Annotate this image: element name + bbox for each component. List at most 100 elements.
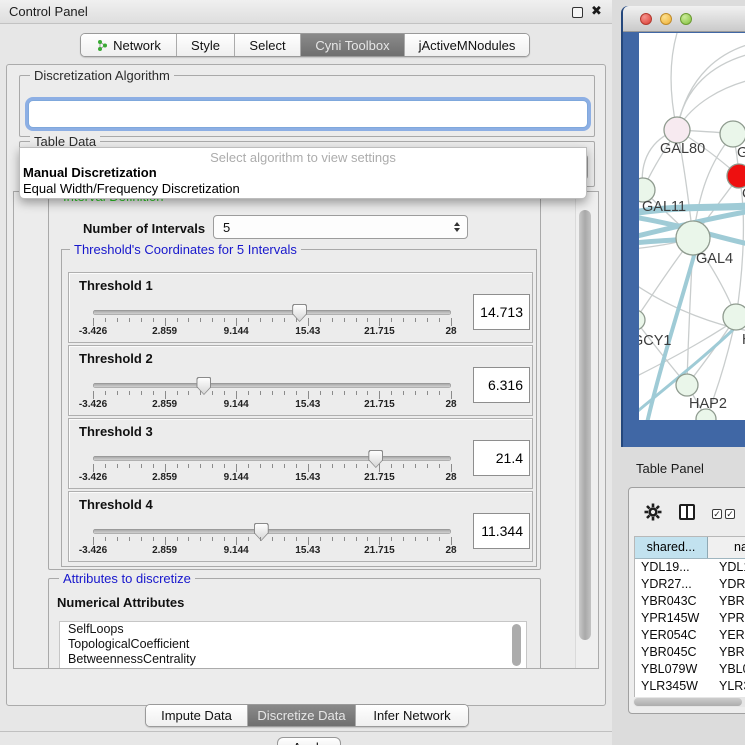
cell-name[interactable]: YDR2 [708,576,745,593]
cell-shared-name[interactable]: YPR145W [635,610,708,627]
cell-shared-name[interactable]: YBR043C [635,593,708,610]
number-of-intervals-combobox[interactable]: 5 [213,215,468,239]
tab-label: Cyni Toolbox [315,38,389,53]
network-node-label: GAL11 [642,199,686,215]
network-edge [677,51,745,130]
network-node-h[interactable] [723,304,745,330]
bottom-tab-impute-data[interactable]: Impute Data [146,705,248,726]
tab-jactivemnodules[interactable]: jActiveMNodules [405,34,529,56]
threshold-slider[interactable] [93,456,451,461]
cell-name[interactable]: YER0 [708,627,745,644]
network-canvas[interactable]: GAL80GACGAL11GAL4GCY1HHAP2 [639,33,745,420]
table-row[interactable]: YER054CYER0 [635,627,745,644]
bottom-tab-infer-network[interactable]: Infer Network [356,705,468,726]
attribute-item-topologicalcoefficient[interactable]: TopologicalCoefficient [60,637,526,652]
bottom-tab-discretize-data[interactable]: Discretize Data [248,705,356,726]
tab-network[interactable]: Network [81,34,177,56]
minimize-traffic-light-icon[interactable] [660,13,672,25]
cell-name[interactable]: YPR1 [708,610,745,627]
network-node-gcy1[interactable] [639,310,645,330]
table-row[interactable]: YBL079WYBL0 [635,661,745,678]
table-row[interactable]: YPR145WYPR1 [635,610,745,627]
cell-shared-name[interactable]: YDL19... [635,559,708,576]
tab-label: Network [113,38,161,53]
network-node-c[interactable] [727,164,745,188]
gear-icon[interactable] [644,503,662,521]
cell-name[interactable]: YLR3 [708,678,745,695]
threshold-value-field[interactable]: 11.344 [473,513,530,549]
zoom-traffic-light-icon[interactable] [680,13,692,25]
tab-style[interactable]: Style [177,34,235,56]
settings-vertical-scrollbar-track[interactable] [575,192,599,668]
settings-scroll-pane: Interval Definition Number of Intervals … [13,191,599,669]
threshold-coordinates-group: Threshold's Coordinates for 5 Intervals … [61,249,537,567]
threshold-slider[interactable] [93,383,451,388]
split-columns-icon[interactable] [679,504,695,520]
number-of-intervals-value: 5 [214,220,454,235]
cell-shared-name[interactable]: YDR27... [635,576,708,593]
slider-ticks [93,391,451,399]
slider-tick-labels: -3.4262.8599.14415.4321.71528 [93,326,451,339]
algorithm-option-equal-width-frequency-discretization[interactable]: Equal Width/Frequency Discretization [20,181,586,197]
network-node-ga[interactable] [720,121,745,147]
threshold-value-field[interactable]: 14.713 [473,294,530,330]
float-window-icon[interactable] [572,7,583,18]
cell-shared-name[interactable]: YBR045C [635,644,708,661]
apply-button[interactable]: Apply [277,737,341,745]
threshold-panel-2: Threshold 2-3.4262.8599.14415.4321.71528… [68,345,533,416]
table-header-row: shared... na [635,537,745,559]
cell-name[interactable]: YBL0 [708,661,745,678]
column-header-shared-name[interactable]: shared... [635,537,708,558]
tab-select[interactable]: Select [235,34,301,56]
discretization-algorithm-group-title: Discretization Algorithm [30,68,174,83]
table-panel-title: Table Panel [636,461,704,476]
table-horizontal-scrollbar-thumb[interactable] [634,698,742,706]
tab-cyni-toolbox[interactable]: Cyni Toolbox [301,34,405,56]
cell-name[interactable]: YDL1 [708,559,745,576]
cell-name[interactable]: YBR0 [708,593,745,610]
table-horizontal-scrollbar[interactable] [633,697,745,707]
threshold-slider[interactable] [93,529,451,534]
threshold-label: Threshold 1 [79,278,153,293]
screen: Control Panel ✖ NetworkStyleSelectCyni T… [0,0,745,745]
column-header-name[interactable]: na [708,537,745,558]
algorithm-dropdown-popup: Select algorithm to view settings Manual… [19,147,587,199]
table-rows: YDL19...YDL1YDR27...YDR2YBR043CYBR0YPR14… [635,559,745,698]
network-node-gal4[interactable] [676,221,710,255]
checkbox-icon[interactable]: ✓ [725,509,735,519]
threshold-value-field[interactable]: 21.4 [473,440,530,476]
cell-shared-name[interactable]: YLR345W [635,678,708,695]
network-icon [96,39,109,52]
table-row[interactable]: YBR043CYBR0 [635,593,745,610]
algorithm-combobox[interactable] [28,100,588,128]
algorithm-option-manual-discretization[interactable]: Manual Discretization [20,165,586,181]
table-row[interactable]: YDR27...YDR2 [635,576,745,593]
network-edge [671,33,677,130]
close-traffic-light-icon[interactable] [640,13,652,25]
threshold-value-field[interactable]: 6.316 [473,367,530,403]
network-node-gal80[interactable] [664,117,690,143]
control-panel-tabbar: Network Style Select Cyni Toolbox jActiveMNo… [80,33,530,57]
bottom-divider [0,731,612,732]
cell-name[interactable]: YBR0 [708,644,745,661]
table-row[interactable]: YLR345WYLR3 [635,678,745,695]
network-window-titlebar[interactable] [623,6,745,32]
threshold-slider[interactable] [93,310,451,315]
attributes-list-scrollbar[interactable] [512,624,521,666]
table-panel: ✓ ✓ shared... na YDL19...YDL1YDR27...YDR… [628,487,745,714]
close-icon[interactable]: ✖ [591,3,602,19]
number-of-intervals-label: Number of Intervals [83,221,205,236]
table-row[interactable]: YBR045CYBR0 [635,644,745,661]
cell-shared-name[interactable]: YBL079W [635,661,708,678]
attribute-item-betweennesscentrality[interactable]: BetweennessCentrality [60,652,526,667]
table-row[interactable]: YDL19...YDL1 [635,559,745,576]
settings-vertical-scrollbar-thumb[interactable] [579,210,591,640]
checkbox-icon[interactable]: ✓ [712,509,722,519]
numerical-attributes-list[interactable]: SelfLoopsTopologicalCoefficientBetweenne… [59,621,527,669]
cyni-toolbox-panel: Discretization Algorithm Table Data galF… [6,64,606,706]
network-node-hap2[interactable] [676,374,698,396]
attribute-item-selfloops[interactable]: SelfLoops [60,622,526,637]
cell-shared-name[interactable]: YER054C [635,627,708,644]
network-view-window: GAL80GACGAL11GAL4GCY1HHAP2 [621,6,745,447]
tab-label: Select [249,38,285,53]
